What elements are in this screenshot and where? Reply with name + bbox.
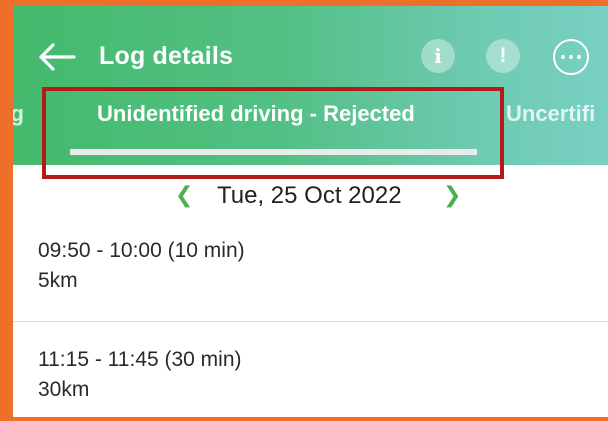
divider (13, 321, 608, 322)
warning-icon[interactable]: ! (486, 39, 520, 73)
current-date: Tue, 25 Oct 2022 (217, 182, 402, 209)
tab-uncertified[interactable]: Uncertifi (506, 101, 595, 127)
info-icon[interactable]: i (421, 39, 455, 73)
more-options-icon[interactable] (553, 39, 589, 75)
active-tab-indicator (70, 149, 477, 155)
list-item[interactable]: 11:15 - 11:45 (30 min) 30km (38, 348, 598, 402)
date-navigator: ❮ Tue, 25 Oct 2022 ❯ (13, 182, 608, 216)
tab-log[interactable]: og (13, 101, 24, 127)
list-item[interactable]: 09:50 - 10:00 (10 min) 5km (38, 239, 598, 293)
entry-time-range: 09:50 - 10:00 (10 min) (38, 239, 245, 262)
entry-distance: 30km (38, 378, 90, 401)
entry-distance: 5km (38, 269, 78, 292)
info-icon-glyph: i (434, 44, 442, 68)
tab-unidentified-driving-rejected[interactable]: Unidentified driving - Rejected (97, 101, 415, 127)
previous-date-chevron-icon[interactable]: ❮ (175, 182, 193, 208)
page-title: Log details (99, 42, 234, 70)
next-date-chevron-icon[interactable]: ❯ (443, 182, 461, 208)
warning-icon-glyph: ! (499, 44, 507, 67)
entry-time-range: 11:15 - 11:45 (30 min) (38, 348, 242, 371)
back-arrow-icon[interactable] (37, 42, 77, 72)
app-screen: Log details i ! og Unidentified driving … (13, 6, 608, 417)
app-header: Log details i ! og Unidentified driving … (13, 6, 608, 165)
